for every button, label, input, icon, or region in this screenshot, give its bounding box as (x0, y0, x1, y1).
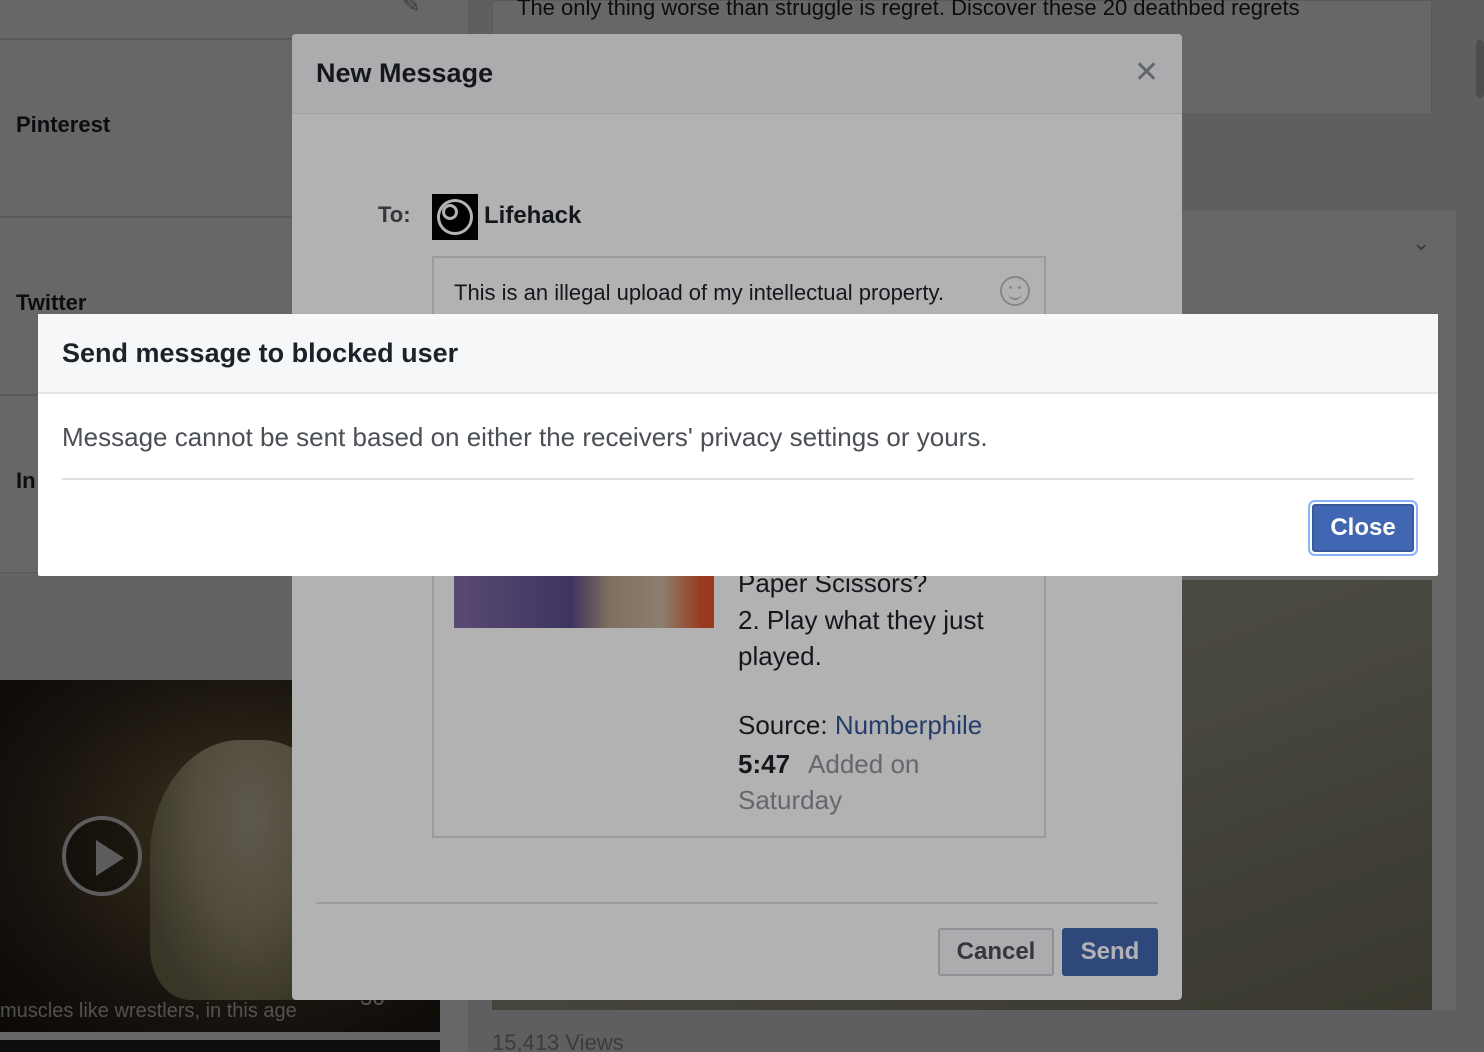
alert-message: Message cannot be sent based on either t… (62, 422, 988, 452)
alert-header: Send message to blocked user (38, 314, 1438, 394)
page: ✎ Pinterest Twitter In muscles like wres… (0, 0, 1484, 1052)
divider (62, 478, 1414, 480)
close-button[interactable]: Close (1312, 504, 1414, 552)
blocked-user-alert: Send message to blocked user Message can… (38, 314, 1438, 576)
alert-title: Send message to blocked user (62, 338, 459, 368)
